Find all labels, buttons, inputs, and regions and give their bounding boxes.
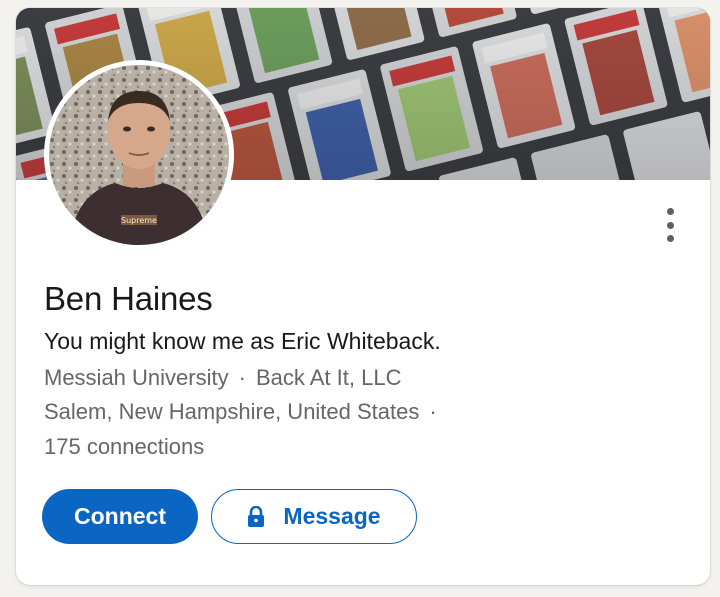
- connections-count[interactable]: 175 connections: [44, 434, 204, 460]
- profile-photo: Supreme: [49, 65, 229, 245]
- location: Salem, New Hampshire, United States: [44, 399, 420, 424]
- profile-name[interactable]: Ben Haines: [44, 280, 213, 318]
- message-button-label: Message: [283, 503, 381, 529]
- shirt-logo-text: Supreme: [121, 216, 157, 225]
- message-button[interactable]: Message: [211, 489, 417, 544]
- avatar[interactable]: Supreme: [44, 60, 234, 250]
- more-vertical-icon: [666, 208, 674, 215]
- profile-headline: You might know me as Eric Whiteback.: [44, 328, 441, 354]
- profile-card: Supreme Ben Haines You might know me as …: [16, 8, 710, 585]
- profile-affiliations: Messiah University · Back At It, LLC: [44, 365, 401, 391]
- education[interactable]: Messiah University: [44, 365, 229, 390]
- more-vertical-icon-dot: [666, 221, 674, 229]
- lock-icon: [247, 505, 265, 528]
- connect-button[interactable]: Connect: [42, 489, 198, 544]
- connect-button-label: Connect: [74, 503, 166, 529]
- separator: ·: [429, 399, 437, 424]
- profile-location-row: Salem, New Hampshire, United States ·: [44, 399, 447, 425]
- more-vertical-icon-dot: [666, 235, 674, 242]
- company[interactable]: Back At It, LLC: [256, 365, 402, 390]
- more-options-button[interactable]: [656, 204, 684, 246]
- separator: ·: [238, 365, 246, 390]
